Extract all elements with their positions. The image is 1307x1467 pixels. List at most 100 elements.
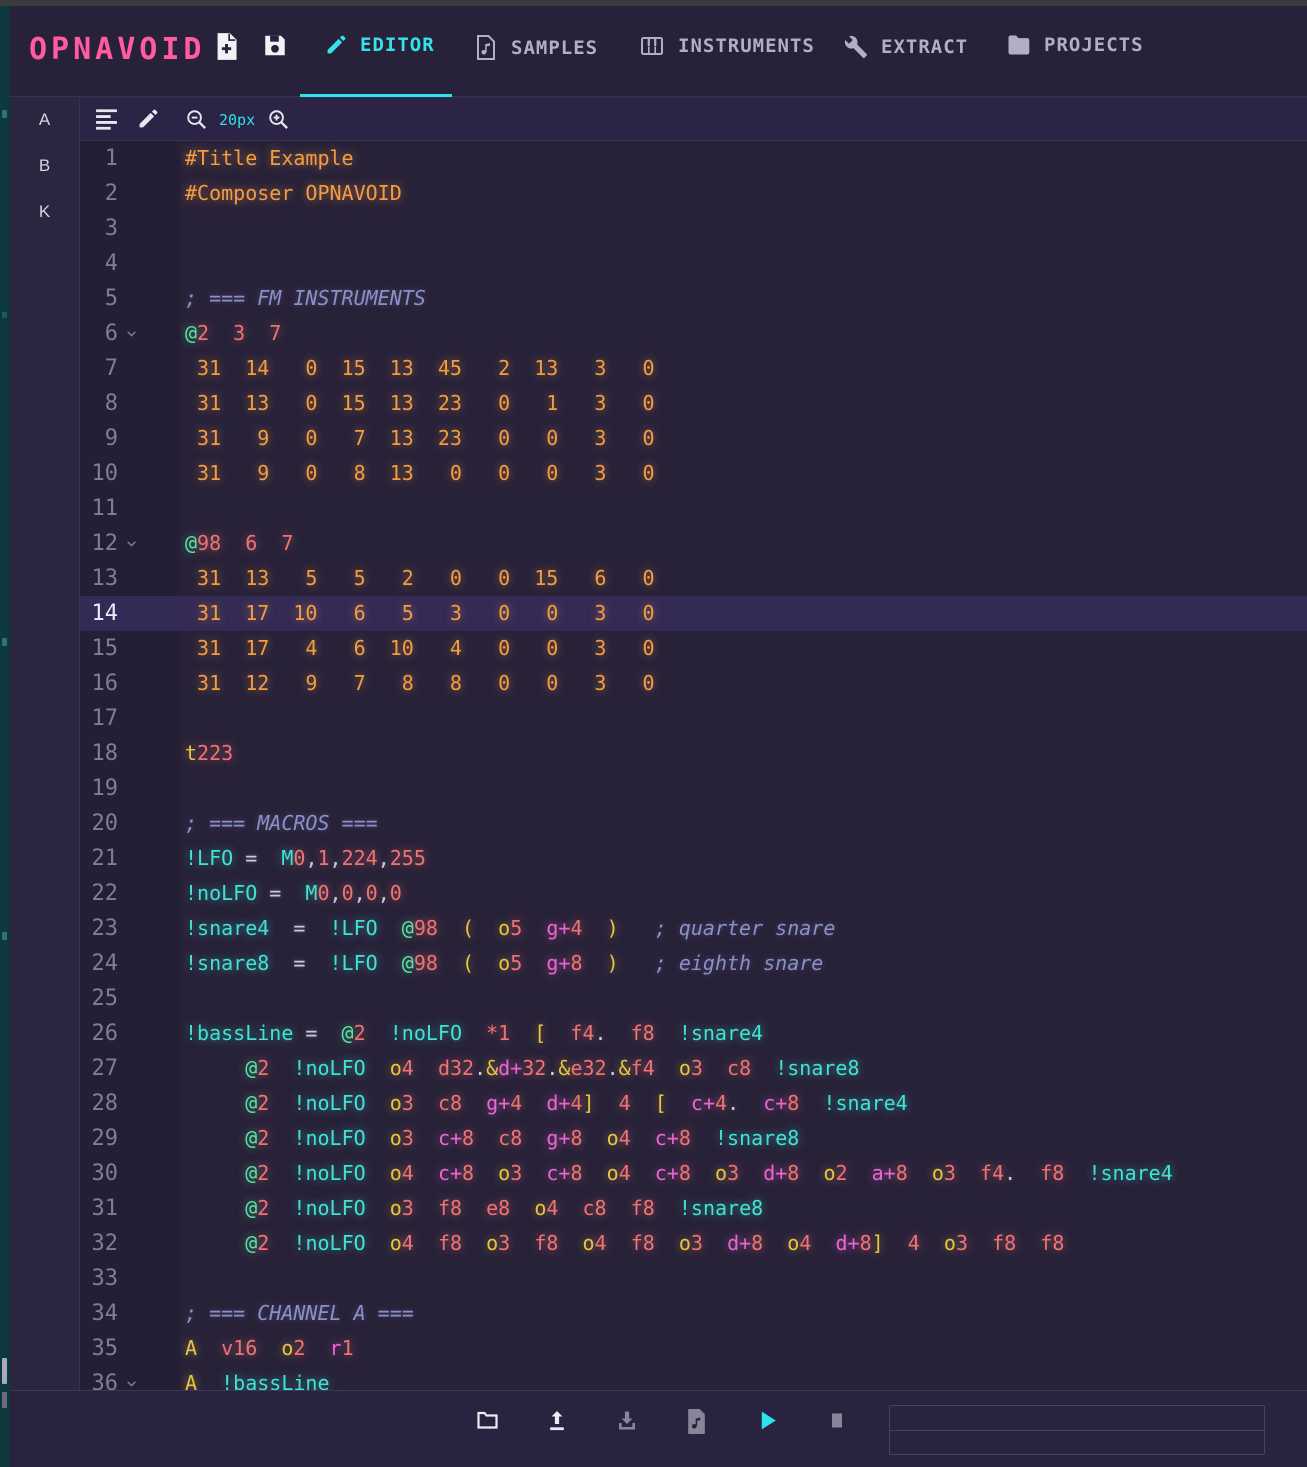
code-line[interactable]: @2 !noLFO o3 c+8 c8 g+8 o4 c+8 !snare8: [180, 1121, 1307, 1156]
code-token: f8: [1040, 1231, 1065, 1255]
tab-projects[interactable]: PROJECTS: [1007, 34, 1144, 56]
download-button[interactable]: [615, 1408, 639, 1434]
code-token: 3: [401, 1126, 414, 1150]
audio-file-icon: [685, 1408, 709, 1435]
play-button[interactable]: [755, 1408, 779, 1434]
zoom-out-button[interactable]: [185, 108, 208, 131]
line-number: 14: [91, 601, 119, 626]
code-token: 3: [690, 1056, 703, 1080]
code-line[interactable]: @2 !noLFO o3 c8 g+4 d+4] 4 [ c+4. c+8 !s…: [180, 1086, 1307, 1121]
code-line[interactable]: A v16 o2 r1: [180, 1331, 1307, 1366]
tab-label: EXTRACT: [881, 35, 969, 58]
code-token: ; === CHANNEL A ===: [185, 1301, 414, 1325]
code-token: [: [654, 1091, 667, 1115]
code-line[interactable]: 31 17 10 6 5 3 0 0 3 0: [180, 596, 1307, 631]
open-folder-button[interactable]: [475, 1408, 499, 1434]
code-token: 4: [401, 1231, 414, 1255]
code-token: !bassLine: [185, 1021, 294, 1045]
sidebar-item-channel-a[interactable]: A: [10, 97, 79, 143]
code-line[interactable]: #Composer OPNAVOID: [180, 176, 1307, 211]
code-line[interactable]: 31 13 5 5 2 0 0 15 6 0: [180, 561, 1307, 596]
upload-button[interactable]: [545, 1408, 569, 1434]
code-line[interactable]: 31 13 0 15 13 23 0 1 3 0: [180, 386, 1307, 421]
code-line[interactable]: @2 3 7: [180, 316, 1307, 351]
chevron-down-icon[interactable]: [125, 537, 138, 550]
zoom-out-icon: [185, 108, 208, 131]
code-token: c+: [763, 1091, 788, 1115]
tab-instruments[interactable]: INSTRUMENTS: [639, 34, 815, 58]
code-line[interactable]: ; === FM INSTRUMENTS: [180, 281, 1307, 316]
code-token: o: [281, 1336, 294, 1360]
code-line[interactable]: [180, 1261, 1307, 1296]
chevron-down-icon[interactable]: [125, 1377, 138, 1390]
code-token: 31 13 0 15 13 23 0 1 3 0: [185, 391, 655, 415]
code-line[interactable]: #Title Example: [180, 141, 1307, 176]
code-line[interactable]: @2 !noLFO o4 f8 o3 f8 o4 f8 o3 d+8 o4 d+…: [180, 1226, 1307, 1261]
code-line[interactable]: [180, 981, 1307, 1016]
side-rail: [0, 6, 10, 1467]
rail-scroll-thumb[interactable]: [2, 1358, 7, 1384]
code-line[interactable]: [180, 701, 1307, 736]
export-audio-button[interactable]: [685, 1408, 709, 1434]
code-line[interactable]: 31 9 0 7 13 23 0 0 3 0: [180, 421, 1307, 456]
code-token: ,: [305, 846, 318, 870]
code-line[interactable]: A !bassLine: [180, 1366, 1307, 1390]
code-line[interactable]: !bassLine = @2 !noLFO *1 [ f4. f8 !snare…: [180, 1016, 1307, 1051]
new-file-button[interactable]: [213, 32, 240, 61]
code-line[interactable]: !noLFO = M0,0,0,0: [180, 876, 1307, 911]
code-token: 5: [510, 916, 523, 940]
code-line[interactable]: !snare8 = !LFO @98 ( o5 g+8 ) ; eighth s…: [180, 946, 1307, 981]
code-token: 4: [907, 1231, 920, 1255]
sidebar-item-channel-k[interactable]: K: [10, 189, 79, 235]
line-number: 2: [104, 181, 118, 206]
code-line[interactable]: [180, 246, 1307, 281]
code-editor[interactable]: #Title Example #Composer OPNAVOID ; === FM…: [180, 141, 1307, 1390]
tab-editor[interactable]: EDITOR: [325, 34, 435, 56]
code-line[interactable]: ; === MACROS ===: [180, 806, 1307, 841]
code-line[interactable]: 31 14 0 15 13 45 2 13 3 0: [180, 351, 1307, 386]
code-token: o: [606, 1161, 619, 1185]
save-button[interactable]: [262, 32, 288, 59]
code-token: ,: [377, 846, 390, 870]
code-line[interactable]: 31 12 9 7 8 8 0 0 3 0: [180, 666, 1307, 701]
code-line[interactable]: @2 !noLFO o4 d32.&d+32.&e32.&f4 o3 c8 !s…: [180, 1051, 1307, 1086]
chevron-down-icon[interactable]: [125, 327, 138, 340]
edit-mode-button[interactable]: [137, 108, 159, 130]
line-number: 1: [104, 146, 118, 171]
line-number: 32: [91, 1231, 119, 1256]
tab-extract[interactable]: EXTRACT: [843, 34, 968, 59]
sidebar-item-channel-b[interactable]: B: [10, 143, 79, 189]
code-line[interactable]: 31 9 0 8 13 0 0 0 3 0: [180, 456, 1307, 491]
code-line[interactable]: ; === CHANNEL A ===: [180, 1296, 1307, 1331]
code-token: g+: [486, 1091, 511, 1115]
code-token: o: [498, 1161, 511, 1185]
code-line[interactable]: 31 17 4 6 10 4 0 0 3 0: [180, 631, 1307, 666]
align-left-button[interactable]: [94, 108, 119, 131]
code-line[interactable]: [180, 491, 1307, 526]
gutter-row: 12: [80, 526, 180, 561]
line-number: 5: [104, 286, 118, 311]
code-line[interactable]: @98 6 7: [180, 526, 1307, 561]
code-line[interactable]: !snare4 = !LFO @98 ( o5 g+4 ) ; quarter …: [180, 911, 1307, 946]
line-number: 29: [91, 1126, 119, 1151]
code-token: 4: [570, 1091, 583, 1115]
stop-button[interactable]: [825, 1408, 849, 1434]
code-line[interactable]: [180, 211, 1307, 246]
code-line[interactable]: @2 !noLFO o3 f8 e8 o4 c8 f8 !snare8: [180, 1191, 1307, 1226]
code-line[interactable]: !LFO = M0,1,224,255: [180, 841, 1307, 876]
code-token: M: [305, 881, 318, 905]
gutter-row: 20: [80, 806, 180, 841]
code-line[interactable]: [180, 771, 1307, 806]
tab-samples[interactable]: SAMPLES: [474, 34, 598, 61]
zoom-in-button[interactable]: [267, 108, 290, 131]
code-line[interactable]: t223: [180, 736, 1307, 771]
code-token: !bassLine: [221, 1371, 330, 1390]
code-token: 223: [197, 741, 234, 765]
code-line[interactable]: @2 !noLFO o4 c+8 o3 c+8 o4 c+8 o3 d+8 o2…: [180, 1156, 1307, 1191]
code-token: 32: [522, 1056, 547, 1080]
